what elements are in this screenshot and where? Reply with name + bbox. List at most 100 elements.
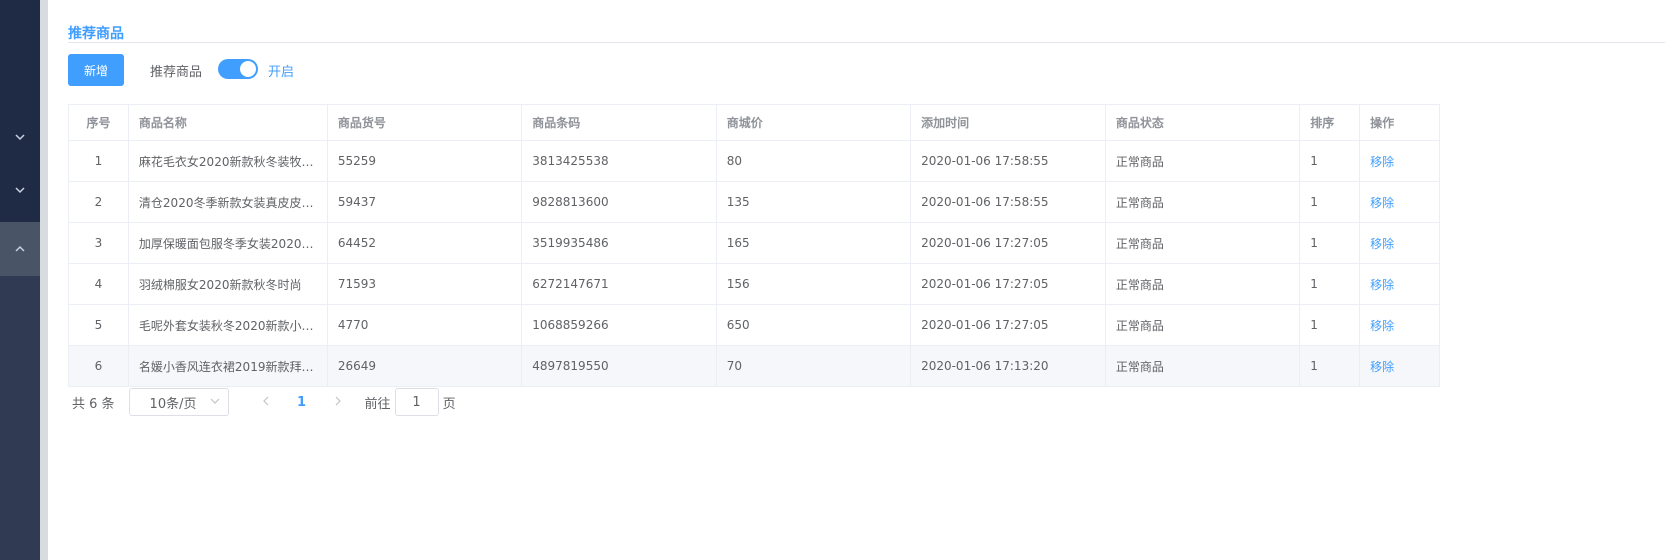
added-time: 2020-01-06 17:13:20 <box>921 359 1049 373</box>
product-sku: 71593 <box>337 277 377 291</box>
remove-link-cell: 移除 <box>1359 222 1440 264</box>
sort-order-cell: 1 <box>1299 140 1361 182</box>
sidebar-item-2[interactable] <box>0 163 40 217</box>
product-price: 70 <box>726 359 743 373</box>
added-time-cell: 2020-01-06 17:58:55 <box>910 181 1106 223</box>
sidebar-edge <box>40 0 48 560</box>
column-header: 排序 <box>1299 104 1361 141</box>
product-sku-cell: 55259 <box>326 140 523 182</box>
product-price-cell: 80 <box>715 140 912 182</box>
added-time-cell: 2020-01-06 17:27:05 <box>910 222 1106 264</box>
sidebar-item-3[interactable] <box>0 222 40 276</box>
table-header-row: 序号 商品名称 商品货号 商品条码 商城价 添加时间 商品状态 排序 操作 <box>68 104 1440 141</box>
table-row: 3 加厚保暖面包服冬季女装2020… 64452 3519935486 165 2020-… <box>68 222 1440 264</box>
page-jump-prefix: 前往 <box>364 396 391 412</box>
row-index: 3 <box>94 236 103 250</box>
column-header: 添加时间 <box>910 104 1106 141</box>
product-sku: 55259 <box>337 154 377 168</box>
section-title: 推荐商品 <box>68 26 124 42</box>
row-index-cell: 4 <box>68 263 129 305</box>
product-name: 毛呢外套女装秋冬2020新款小… <box>138 318 314 333</box>
row-index: 6 <box>94 359 103 373</box>
added-time: 2020-01-06 17:58:55 <box>921 154 1049 168</box>
sort-order-cell: 1 <box>1299 222 1361 264</box>
product-sku-cell: 59437 <box>326 181 523 223</box>
chevron-down-icon <box>210 398 219 404</box>
product-status: 正常商品 <box>1115 154 1164 169</box>
product-sku: 4770 <box>337 318 369 332</box>
product-sku-cell: 64452 <box>326 222 523 264</box>
switch-label: 推荐商品 <box>150 65 203 80</box>
product-barcode: 1068859266 <box>532 318 609 332</box>
product-name-cell: 羽绒棉服女2020新款秋冬时尚 <box>127 263 328 305</box>
next-page-button[interactable] <box>323 395 353 410</box>
product-price: 80 <box>726 154 743 168</box>
sort-order-cell: 1 <box>1299 181 1361 223</box>
product-name: 名媛小香风连衣裙2019新款拜… <box>138 359 314 374</box>
sort-order-cell: 1 <box>1299 345 1361 387</box>
sort-order: 1 <box>1310 236 1318 250</box>
product-price-cell: 650 <box>715 304 912 346</box>
chevron-left-icon <box>262 396 268 405</box>
product-status-cell: 正常商品 <box>1104 140 1301 182</box>
column-header: 商品货号 <box>326 104 523 141</box>
row-index: 2 <box>94 195 103 209</box>
remove-link[interactable]: 移除 <box>1370 319 1394 333</box>
sort-order: 1 <box>1310 359 1318 373</box>
column-header: 商品名称 <box>127 104 328 141</box>
remove-link[interactable]: 移除 <box>1370 278 1394 292</box>
sidebar-item-1[interactable] <box>0 110 40 164</box>
product-status: 正常商品 <box>1115 318 1164 333</box>
page-size-select[interactable]: 10条/页 <box>128 388 229 416</box>
chevron-down-icon <box>15 187 25 194</box>
add-button[interactable]: 新增 <box>68 54 124 86</box>
row-index-cell: 3 <box>68 222 129 264</box>
row-index: 4 <box>94 277 103 291</box>
row-index: 5 <box>94 318 103 332</box>
remove-link[interactable]: 移除 <box>1370 155 1394 169</box>
product-name-cell: 名媛小香风连衣裙2019新款拜… <box>127 345 328 387</box>
product-status: 正常商品 <box>1115 236 1164 251</box>
product-sku-cell: 4770 <box>326 304 523 346</box>
added-time: 2020-01-06 17:58:55 <box>921 195 1049 209</box>
product-status-cell: 正常商品 <box>1104 222 1301 264</box>
product-barcode: 3813425538 <box>532 154 609 168</box>
product-status: 正常商品 <box>1115 195 1164 210</box>
product-barcode: 4897819550 <box>532 359 609 373</box>
switch-state-label: 开启 <box>268 65 295 80</box>
remove-link[interactable]: 移除 <box>1370 360 1394 374</box>
prev-page-button[interactable] <box>251 395 281 410</box>
added-time-cell: 2020-01-06 17:27:05 <box>910 263 1106 305</box>
page-number[interactable]: 1 <box>281 395 323 410</box>
product-barcode-cell: 3813425538 <box>521 140 717 182</box>
products-table: 序号 商品名称 商品货号 商品条码 商城价 添加时间 商品状态 排序 操作 1 麻… <box>68 104 1440 387</box>
row-index-cell: 5 <box>68 304 129 346</box>
table-row: 1 麻花毛衣女2020新款秋冬装牧… 55259 3813425538 80 2020-0… <box>68 140 1440 182</box>
product-status: 正常商品 <box>1115 277 1164 292</box>
sort-order: 1 <box>1310 195 1318 209</box>
page-jump-input[interactable] <box>394 388 439 416</box>
remove-link-cell: 移除 <box>1359 263 1440 305</box>
recommend-toggle[interactable] <box>218 59 258 79</box>
row-index-cell: 2 <box>68 181 129 223</box>
product-name-cell: 加厚保暖面包服冬季女装2020… <box>127 222 328 264</box>
product-price: 156 <box>726 277 750 291</box>
chevron-up-icon <box>15 245 25 252</box>
sort-order-cell: 1 <box>1299 304 1361 346</box>
product-status: 正常商品 <box>1115 359 1164 374</box>
product-name-cell: 清仓2020冬季新款女装真皮皮… <box>127 181 328 223</box>
toggle-knob <box>240 61 256 77</box>
chevron-down-icon <box>15 134 25 141</box>
product-name: 加厚保暖面包服冬季女装2020… <box>138 236 314 251</box>
product-status-cell: 正常商品 <box>1104 263 1301 305</box>
remove-link-cell: 移除 <box>1359 181 1440 223</box>
remove-link[interactable]: 移除 <box>1370 237 1394 251</box>
pagination: 共 6 条 10条/页 1 前往 页 <box>68 388 456 416</box>
column-header: 商品状态 <box>1104 104 1301 141</box>
remove-link[interactable]: 移除 <box>1370 196 1394 210</box>
product-name: 麻花毛衣女2020新款秋冬装牧… <box>138 154 314 169</box>
chevron-right-icon <box>335 396 341 405</box>
table-row: 2 清仓2020冬季新款女装真皮皮… 59437 9828813600 135 2020-… <box>68 181 1440 223</box>
product-price: 135 <box>726 195 750 209</box>
added-time: 2020-01-06 17:27:05 <box>921 236 1049 250</box>
